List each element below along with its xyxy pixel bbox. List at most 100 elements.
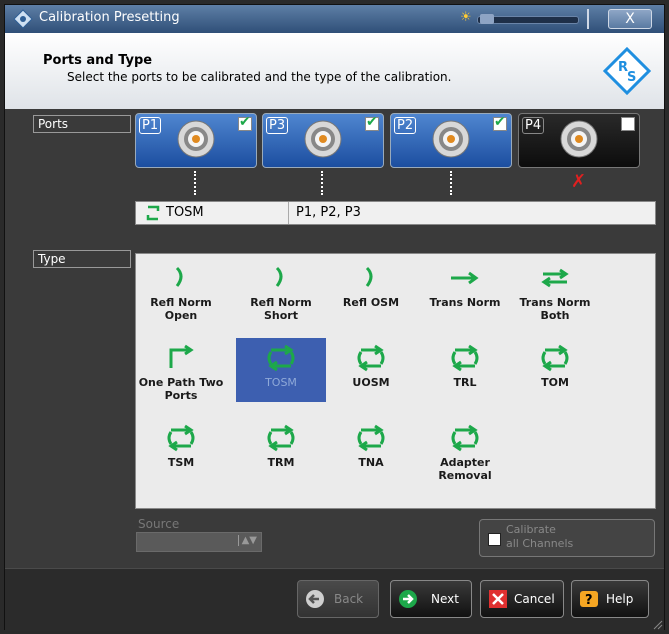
page-subtitle: Select the ports to be calibrated and th…: [67, 70, 452, 84]
port-card-p1[interactable]: P1 ✔: [135, 113, 257, 168]
summary-ports: P1, P2, P3: [296, 205, 361, 220]
type-option-trm[interactable]: TRM: [236, 418, 326, 482]
port-card-p2[interactable]: P2 ✔: [390, 113, 512, 168]
trans-norm-icon: [451, 271, 479, 285]
app-logo-icon: [13, 9, 33, 29]
resize-grip-icon[interactable]: [651, 618, 663, 630]
type-option-one-path-two-ports[interactable]: One Path Two Ports: [136, 338, 226, 402]
back-button[interactable]: Back: [297, 580, 379, 618]
port-card-p3[interactable]: P3 ✔: [262, 113, 384, 168]
type-option-tna[interactable]: TNA: [326, 418, 416, 482]
type-option-tosm[interactable]: TOSM: [236, 338, 326, 402]
option-label: TOSM: [265, 376, 297, 389]
logo-letter-s: S: [627, 70, 636, 85]
option-label: Trans Norm: [429, 296, 501, 309]
port-connection-line: [194, 171, 198, 195]
port-label: P3: [266, 117, 289, 134]
option-label: Refl OSM: [342, 296, 400, 309]
tom-icon: [541, 344, 569, 372]
port-card-p4[interactable]: P4: [518, 113, 640, 168]
option-label: Adapter Removal: [438, 456, 492, 482]
calibrate-all-label-line2: all Channels: [506, 537, 574, 550]
type-section-label: Type: [33, 250, 131, 268]
uosm-icon: [357, 344, 385, 372]
next-button[interactable]: Next: [390, 580, 472, 618]
cancel-label: Cancel: [514, 592, 555, 606]
connector-icon: [304, 120, 342, 158]
port-connection-line: [321, 171, 325, 195]
type-option-trl[interactable]: TRL: [420, 338, 510, 402]
help-icon: ?: [580, 591, 598, 608]
next-label: Next: [431, 592, 459, 606]
type-option-trans-norm-both[interactable]: Trans Norm Both: [510, 258, 600, 322]
type-option-adapter-removal[interactable]: Adapter Removal: [420, 418, 510, 482]
calibrate-all-label: Calibrate all Channels: [506, 523, 573, 551]
slider-thumb[interactable]: [480, 14, 494, 24]
port-checkbox[interactable]: [621, 117, 635, 131]
adapter-removal-icon: [451, 424, 479, 452]
refl-norm-short-icon: [275, 266, 283, 287]
connector-icon: [432, 120, 470, 158]
trm-icon: [267, 424, 295, 452]
checkbox-box[interactable]: [488, 533, 501, 546]
connector-icon: [177, 120, 215, 158]
option-label: TSM: [167, 456, 195, 469]
tna-icon: [357, 424, 385, 452]
cancel-button[interactable]: Cancel: [480, 580, 564, 618]
port-checkbox[interactable]: ✔: [365, 114, 379, 131]
tosm-small-icon: [146, 205, 160, 221]
calibration-window: Calibration Presetting ☀ X Ports and Typ…: [4, 4, 665, 631]
one-path-two-ports-icon: [169, 344, 194, 368]
port-label: P1: [139, 117, 162, 134]
option-label: TNA: [358, 456, 384, 469]
back-arrow-icon: [306, 590, 324, 608]
cancel-x-icon: [489, 590, 507, 608]
trans-norm-both-icon: [541, 268, 569, 288]
transparency-slider[interactable]: [477, 14, 579, 24]
spinner-arrows-icon: ▲▼: [237, 535, 257, 546]
trl-icon: [451, 344, 479, 372]
check-icon: ✔: [366, 114, 378, 130]
option-label: TRM: [267, 456, 295, 469]
type-option-trans-norm[interactable]: Trans Norm: [420, 258, 510, 322]
close-button[interactable]: X: [608, 9, 652, 29]
option-label: Refl Norm Short: [250, 296, 312, 322]
type-option-refl-norm-open[interactable]: Refl Norm Open: [136, 258, 226, 322]
type-option-uosm[interactable]: UOSM: [326, 338, 416, 402]
refl-norm-open-icon: [175, 266, 183, 287]
rohde-schwarz-logo: R S: [603, 47, 651, 95]
next-arrow-icon: [399, 590, 417, 608]
port-checkbox[interactable]: ✔: [493, 114, 507, 131]
tsm-icon: [167, 424, 195, 452]
type-option-tsm[interactable]: TSM: [136, 418, 226, 482]
port-checkbox[interactable]: ✔: [238, 114, 252, 131]
summary-type-cell: TOSM: [136, 202, 289, 224]
port-label: P4: [522, 117, 545, 134]
type-option-refl-norm-short[interactable]: Refl Norm Short: [236, 258, 326, 322]
title-separator: [587, 9, 589, 29]
help-label: Help: [606, 592, 634, 606]
help-button[interactable]: ? Help: [571, 580, 649, 618]
port-label: P2: [394, 117, 417, 134]
calibration-type-grid: Refl Norm Open Refl Norm Short Refl OSM …: [135, 253, 656, 509]
brightness-icon: ☀: [460, 10, 472, 25]
calibrate-all-channels-checkbox[interactable]: Calibrate all Channels: [479, 519, 655, 557]
option-label: UOSM: [352, 376, 390, 389]
connector-icon: [560, 120, 598, 158]
option-label: One Path Two Ports: [138, 376, 224, 402]
calibration-summary: TOSM P1, P2, P3: [135, 201, 656, 225]
option-label: TRL: [453, 376, 477, 389]
refl-osm-icon: [365, 266, 373, 287]
source-select[interactable]: ▲▼: [136, 532, 262, 552]
type-option-refl-osm[interactable]: Refl OSM: [326, 258, 416, 322]
title-bar: Calibration Presetting ☀ X: [5, 5, 664, 33]
port-excluded-icon: ✗: [571, 171, 587, 192]
type-option-tom[interactable]: TOM: [510, 338, 600, 402]
tosm-icon: [267, 344, 295, 372]
option-label: TOM: [541, 376, 569, 389]
summary-type: TOSM: [166, 205, 204, 220]
calibrate-all-label-line1: Calibrate: [506, 523, 556, 536]
option-label: Refl Norm Open: [150, 296, 212, 322]
check-icon: ✔: [239, 114, 251, 130]
ports-section-label: Ports: [33, 115, 131, 133]
